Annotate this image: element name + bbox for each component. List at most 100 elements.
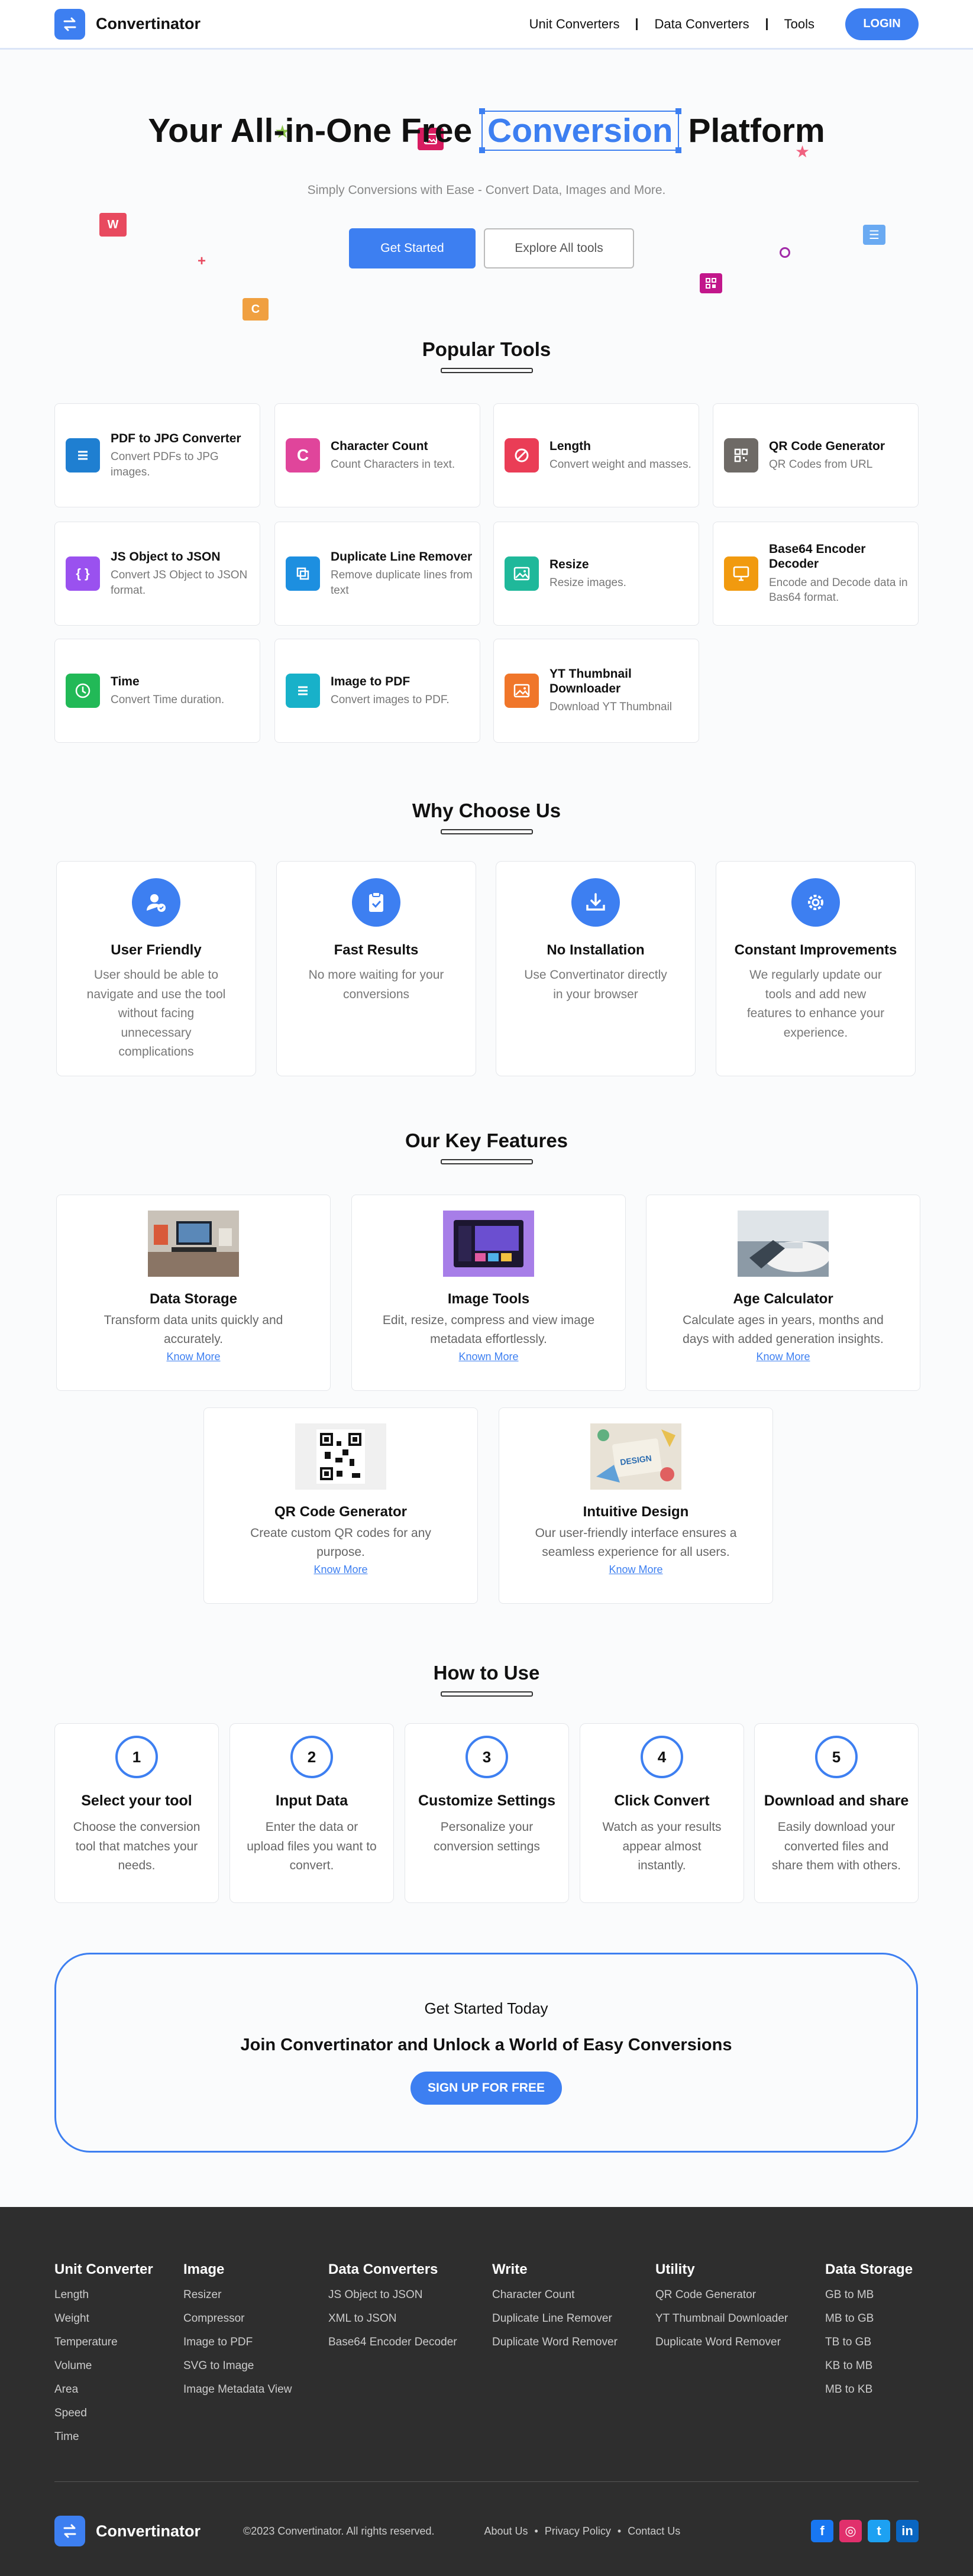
instagram-icon[interactable]: ◎ [839, 2520, 862, 2542]
download-icon [571, 878, 620, 927]
footer-link[interactable]: Image Metadata View [183, 2383, 292, 2396]
footer-column: Data Converters JS Object to JSON XML to J… [328, 2261, 457, 2360]
know-more-link[interactable]: Know More [57, 1351, 330, 1363]
tool-description: QR Codes from URL [769, 458, 873, 471]
footer-column-title: Data Converters [328, 2261, 438, 2277]
tool-name: YT Thumbnail Downloader [549, 666, 632, 696]
footer-link[interactable]: Duplicate Word Remover [655, 2336, 788, 2349]
tool-name: PDF to JPG Converter [111, 431, 241, 445]
title-underline [440, 368, 533, 373]
footer-link-contact[interactable]: Contact Us [628, 2525, 680, 2537]
step-title: Input Data [275, 1792, 348, 1809]
tool-card[interactable]: PDF to JPG Converter Convert PDFs to JPG … [54, 403, 260, 507]
footer-link[interactable]: Speed [54, 2407, 153, 2420]
qr-icon [724, 438, 758, 473]
tool-card[interactable]: Length Convert weight and masses. [493, 403, 699, 507]
feature-image [443, 1211, 534, 1277]
know-more-link[interactable]: Know More [646, 1351, 920, 1363]
footer-link[interactable]: Resizer [183, 2289, 292, 2302]
tool-description: Remove duplicate lines from text [331, 568, 473, 597]
footer-column-title: Image [183, 2261, 225, 2277]
brand-logo[interactable]: Convertinator [54, 8, 201, 40]
tool-card[interactable]: Image to PDF Convert images to PDF. [274, 639, 480, 743]
tool-card[interactable]: Resize Resize images. [493, 522, 699, 626]
footer-column: Utility QR Code Generator YT Thumbnail Dow… [655, 2261, 788, 2360]
step-title: Customize Settings [418, 1792, 555, 1809]
footer-link-privacy[interactable]: Privacy Policy [545, 2525, 611, 2537]
nav-unit-converters[interactable]: Unit Converters [513, 17, 638, 30]
section-title: How to Use [433, 1662, 540, 1684]
tool-info: Length Convert weight and masses. [549, 439, 697, 473]
know-more-link[interactable]: Know More [204, 1564, 477, 1576]
tool-info: Image to PDF Convert images to PDF. [331, 674, 455, 708]
step-description: Choose the conversion tool that matches … [73, 1820, 201, 1873]
list-icon [286, 674, 320, 708]
tool-card[interactable]: Base64 Encoder Decoder Encode and Decode … [713, 522, 919, 626]
tool-card[interactable]: C Character Count Count Characters in text… [274, 403, 480, 507]
step-card: 4 Click Convert Watch as your results appe… [580, 1723, 744, 1903]
footer-link[interactable]: Duplicate Line Remover [492, 2312, 618, 2325]
why-title: Constant Improvements [734, 942, 897, 958]
footer-link[interactable]: Time [54, 2431, 153, 2444]
twitter-icon[interactable]: t [868, 2520, 890, 2542]
footer-link[interactable]: MB to GB [825, 2312, 913, 2325]
footer-link[interactable]: KB to MB [825, 2360, 913, 2373]
explore-tools-button[interactable]: Explore All tools [484, 228, 634, 268]
image-icon [505, 556, 539, 591]
footer-column: Write Character Count Duplicate Line Remov… [492, 2261, 618, 2360]
signup-button[interactable]: SIGN UP FOR FREE [410, 2072, 562, 2105]
footer-link[interactable]: Base64 Encoder Decoder [328, 2336, 457, 2349]
footer-link[interactable]: Compressor [183, 2312, 292, 2325]
separator: • [617, 2525, 622, 2537]
tool-info: Base64 Encoder Decoder Encode and Decode … [769, 542, 918, 606]
section-title: Why Choose Us [412, 800, 561, 821]
footer-link-about[interactable]: About Us [484, 2525, 528, 2537]
circle-icon [780, 247, 790, 258]
nav-tools[interactable]: Tools [768, 17, 831, 30]
login-button[interactable]: LOGIN [845, 8, 919, 40]
feature-description: Transform data units quickly and accurat… [104, 1313, 283, 1346]
tool-card[interactable]: QR Code Generator QR Codes from URL [713, 403, 919, 507]
c-letter-icon: C [286, 438, 320, 473]
tool-info: PDF to JPG Converter Convert PDFs to JPG … [111, 431, 260, 480]
how-header: How to Use [0, 1662, 973, 1697]
footer-link[interactable]: MB to KB [825, 2383, 913, 2396]
tool-card[interactable]: Duplicate Line Remover Remove duplicate l… [274, 522, 480, 626]
clock-icon [66, 674, 100, 708]
footer-link[interactable]: TB to GB [825, 2336, 913, 2349]
image-icon [505, 674, 539, 708]
footer-link[interactable]: Weight [54, 2312, 153, 2325]
clipboard-check-icon [352, 878, 400, 927]
footer-link[interactable]: Character Count [492, 2289, 618, 2302]
ruler-icon [505, 438, 539, 473]
get-started-button[interactable]: Get Started [349, 228, 476, 268]
footer-link[interactable]: Area [54, 2383, 153, 2396]
know-more-link[interactable]: Known More [352, 1351, 625, 1363]
tool-info: Resize Resize images. [549, 557, 632, 591]
tool-name: QR Code Generator [769, 439, 885, 453]
feature-title: Age Calculator [733, 1291, 833, 1307]
tool-card[interactable]: { } JS Object to JSON Convert JS Object to… [54, 522, 260, 626]
footer-link[interactable]: Length [54, 2289, 153, 2302]
footer-link[interactable]: XML to JSON [328, 2312, 457, 2325]
linkedin-icon[interactable]: in [896, 2520, 919, 2542]
footer-link[interactable]: Duplicate Word Remover [492, 2336, 618, 2349]
footer-link[interactable]: GB to MB [825, 2289, 913, 2302]
why-card: Fast Results No more waiting for your con… [276, 861, 476, 1076]
tool-card[interactable]: YT Thumbnail Downloader Download YT Thumb… [493, 639, 699, 743]
step-number: 2 [290, 1736, 333, 1778]
footer-link[interactable]: QR Code Generator [655, 2289, 788, 2302]
footer-link[interactable]: SVG to Image [183, 2360, 292, 2373]
nav-data-converters[interactable]: Data Converters [638, 17, 768, 30]
footer-link[interactable]: Temperature [54, 2336, 153, 2349]
step-title: Click Convert [614, 1792, 710, 1809]
footer-link[interactable]: YT Thumbnail Downloader [655, 2312, 788, 2325]
footer-link[interactable]: JS Object to JSON [328, 2289, 457, 2302]
know-more-link[interactable]: Know More [499, 1564, 772, 1576]
footer-brand[interactable]: Convertinator [54, 2516, 201, 2546]
why-card: No Installation Use Convertinator directl… [496, 861, 696, 1076]
facebook-icon[interactable]: f [811, 2520, 833, 2542]
footer-link[interactable]: Volume [54, 2360, 153, 2373]
footer-link[interactable]: Image to PDF [183, 2336, 292, 2349]
tool-card[interactable]: Time Convert Time duration. [54, 639, 260, 743]
